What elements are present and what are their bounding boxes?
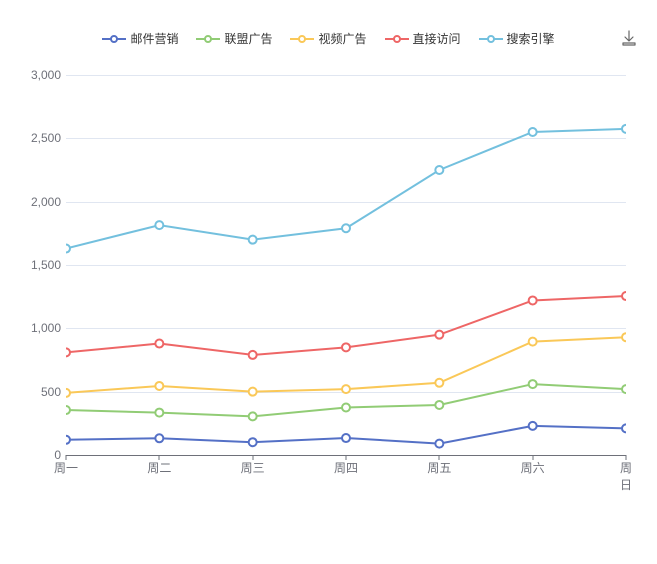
data-point[interactable] [529, 338, 537, 346]
y-tick-label: 2,000 [11, 195, 61, 209]
y-tick-label: 3,000 [11, 68, 61, 82]
data-point[interactable] [435, 166, 443, 174]
series [66, 125, 626, 253]
data-point[interactable] [249, 351, 257, 359]
x-tick [252, 455, 253, 460]
data-point[interactable] [249, 388, 257, 396]
data-point[interactable] [249, 412, 257, 420]
legend-label: 视频广告 [318, 30, 366, 47]
data-point[interactable] [435, 331, 443, 339]
legend-item[interactable]: 视频广告 [290, 30, 366, 47]
series [66, 422, 626, 448]
x-tick [346, 455, 347, 460]
legend-label: 搜索引擎 [507, 30, 555, 47]
legend-marker [290, 33, 314, 45]
data-point[interactable] [529, 296, 537, 304]
data-point[interactable] [435, 440, 443, 448]
data-point[interactable] [435, 379, 443, 387]
x-axis-labels: 周一周二周三周四周五周六周日 [66, 459, 626, 479]
data-point[interactable] [66, 406, 70, 414]
data-point[interactable] [155, 382, 163, 390]
data-point[interactable] [622, 333, 626, 341]
legend-item[interactable]: 搜索引擎 [479, 30, 555, 47]
data-point[interactable] [155, 434, 163, 442]
y-tick-label: 1,500 [11, 258, 61, 272]
download-icon [621, 30, 637, 46]
x-tick [532, 455, 533, 460]
data-point[interactable] [66, 389, 70, 397]
data-point[interactable] [249, 236, 257, 244]
legend-label: 邮件营销 [130, 30, 178, 47]
data-point[interactable] [66, 348, 70, 356]
legend: 邮件营销 联盟广告 视频广告 直接访问 搜索引擎 [0, 30, 657, 47]
x-tick [439, 455, 440, 460]
data-point[interactable] [435, 401, 443, 409]
y-tick-label: 2,500 [11, 131, 61, 145]
data-point[interactable] [66, 245, 70, 253]
x-tick [626, 455, 627, 460]
data-point[interactable] [342, 434, 350, 442]
x-tick-label: 周一 [54, 459, 78, 476]
data-point[interactable] [155, 409, 163, 417]
x-tick [159, 455, 160, 460]
data-point[interactable] [529, 128, 537, 136]
x-tick-label: 周三 [241, 459, 265, 476]
data-point[interactable] [529, 380, 537, 388]
plot-area [66, 75, 626, 455]
legend-marker [385, 33, 409, 45]
x-tick-label: 周日 [620, 459, 632, 493]
legend-item[interactable]: 联盟广告 [196, 30, 272, 47]
x-tick-label: 周五 [427, 459, 451, 476]
data-point[interactable] [342, 385, 350, 393]
legend-label: 联盟广告 [224, 30, 272, 47]
legend-label: 直接访问 [413, 30, 461, 47]
series [66, 292, 626, 359]
x-tick-label: 周二 [147, 459, 171, 476]
data-point[interactable] [342, 404, 350, 412]
data-point[interactable] [342, 224, 350, 232]
save-as-image-button[interactable] [621, 30, 637, 46]
data-point[interactable] [155, 221, 163, 229]
legend-item[interactable]: 邮件营销 [102, 30, 178, 47]
data-point[interactable] [155, 340, 163, 348]
data-point[interactable] [529, 422, 537, 430]
legend-item[interactable]: 直接访问 [385, 30, 461, 47]
x-tick-label: 周六 [521, 459, 545, 476]
chart-container: 邮件营销联盟广告视频广告直接访问搜索引擎 05001,0001,5002,000… [0, 0, 657, 564]
legend-marker [479, 33, 503, 45]
data-point[interactable] [622, 385, 626, 393]
data-point[interactable] [622, 424, 626, 432]
data-point[interactable] [342, 343, 350, 351]
x-tick [66, 455, 67, 460]
y-tick-label: 1,000 [11, 321, 61, 335]
x-tick-label: 周四 [334, 459, 358, 476]
legend-marker [102, 33, 126, 45]
y-tick-label: 500 [11, 385, 61, 399]
data-point[interactable] [622, 292, 626, 300]
legend-marker [196, 33, 220, 45]
data-point[interactable] [66, 436, 70, 444]
data-point[interactable] [622, 125, 626, 133]
data-point[interactable] [249, 438, 257, 446]
